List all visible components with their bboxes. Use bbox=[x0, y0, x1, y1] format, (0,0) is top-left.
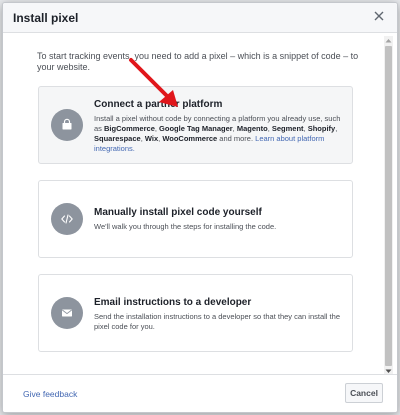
scrollbar-thumb[interactable] bbox=[385, 46, 392, 366]
envelope-icon bbox=[51, 297, 83, 329]
partner-name: Squarespace bbox=[94, 134, 141, 143]
install-pixel-dialog: Install pixel To start tracking events, … bbox=[2, 2, 398, 413]
option-connect-partner-platform[interactable]: Connect a partner platform Install a pix… bbox=[38, 86, 353, 164]
option-description: We'll walk you through the steps for ins… bbox=[94, 222, 277, 231]
scroll-up-icon[interactable] bbox=[384, 36, 393, 45]
annotation-arrow-icon bbox=[129, 58, 178, 107]
close-icon[interactable] bbox=[371, 8, 387, 24]
option-email-developer[interactable]: Email instructions to a developer Send t… bbox=[38, 274, 353, 352]
partner-name: WooCommerce bbox=[162, 134, 218, 143]
dialog-body: To start tracking events, you need to ad… bbox=[3, 34, 383, 376]
partner-name: Segment bbox=[271, 124, 304, 133]
dialog-footer: Give feedback Cancel bbox=[3, 374, 397, 412]
intro-text: To start tracking events, you need to ad… bbox=[37, 51, 359, 72]
cancel-button[interactable]: Cancel bbox=[345, 383, 383, 403]
partner-name: Shopify bbox=[307, 124, 336, 133]
shopping-bag-icon bbox=[51, 109, 83, 141]
dialog-scrollbar[interactable] bbox=[384, 36, 393, 376]
dialog-header: Install pixel bbox=[3, 3, 397, 33]
partner-name: Magento bbox=[236, 124, 268, 133]
option-description: Send the installation instructions to a … bbox=[94, 312, 340, 331]
option-title: Manually install pixel code yourself bbox=[94, 207, 262, 218]
dialog-title: Install pixel bbox=[13, 11, 79, 25]
give-feedback-link[interactable]: Give feedback bbox=[23, 389, 77, 399]
code-icon bbox=[51, 203, 83, 235]
option-manual-install[interactable]: Manually install pixel code yourself We'… bbox=[38, 180, 353, 258]
description-text: and more. bbox=[217, 134, 254, 143]
option-title: Email instructions to a developer bbox=[94, 297, 252, 308]
partner-name: Wix bbox=[144, 134, 159, 143]
